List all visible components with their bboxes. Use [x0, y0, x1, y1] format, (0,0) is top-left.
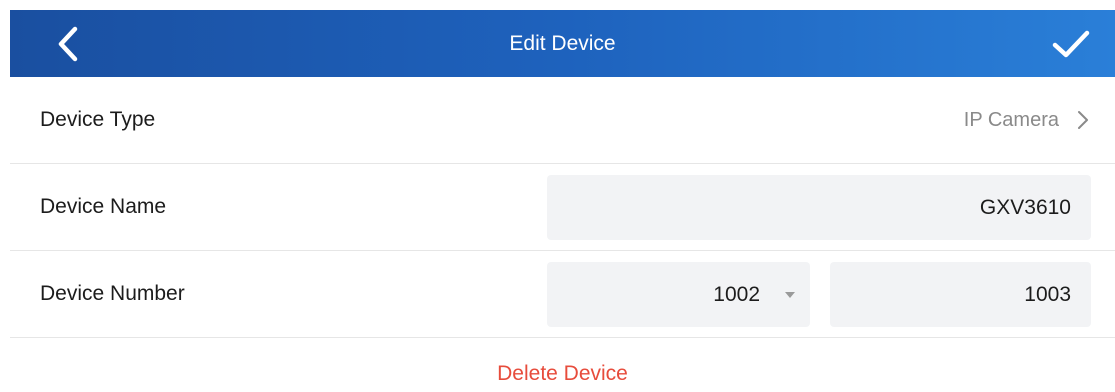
device-name-label: Device Name: [40, 195, 167, 218]
checkmark-icon: [1052, 30, 1090, 58]
device-type-label: Device Type: [40, 108, 156, 131]
device-number-label: Device Number: [40, 282, 185, 305]
device-number-secondary-input[interactable]: 1003: [830, 262, 1091, 327]
device-type-row[interactable]: Device Type IP Camera: [10, 77, 1115, 164]
page-title: Edit Device: [509, 32, 616, 55]
device-number-row: Device Number 1002 1003: [10, 251, 1115, 338]
device-type-value: IP Camera: [963, 108, 1059, 131]
device-type-selector[interactable]: IP Camera: [964, 77, 1089, 163]
device-name-value: GXV3610: [979, 195, 1071, 219]
device-number-primary-value: 1002: [713, 282, 760, 306]
header-bar: Edit Device: [10, 10, 1115, 77]
caret-down-icon: [785, 291, 795, 298]
chevron-left-icon: [58, 26, 78, 62]
device-number-select[interactable]: 1002: [547, 262, 810, 327]
back-button[interactable]: [48, 24, 88, 64]
chevron-right-icon: [1078, 111, 1088, 129]
edit-device-screen: Edit Device Device Type IP Camera Device…: [0, 0, 1115, 392]
device-name-input[interactable]: GXV3610: [547, 175, 1091, 240]
delete-device-button[interactable]: Delete Device: [10, 362, 1115, 392]
device-name-row: Device Name GXV3610: [10, 164, 1115, 251]
confirm-button[interactable]: [1049, 23, 1093, 65]
device-number-secondary-value: 1003: [1024, 282, 1071, 306]
